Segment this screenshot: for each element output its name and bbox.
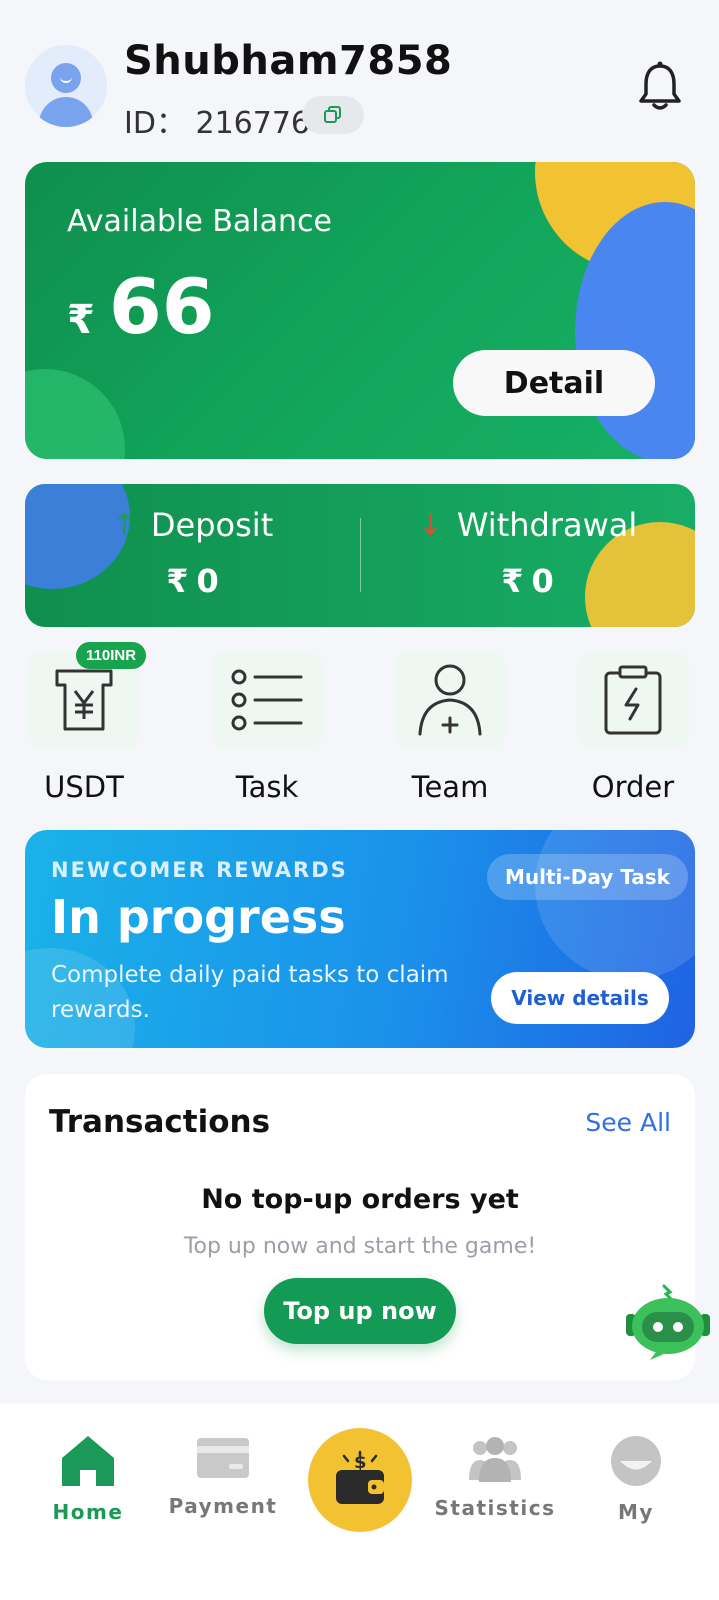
quick-action-label: Order <box>591 770 675 804</box>
newcomer-status: In progress <box>51 890 346 944</box>
support-bot-button[interactable] <box>620 1282 716 1362</box>
quick-action-label: USDT <box>44 770 124 804</box>
nav-my[interactable]: My <box>596 1434 676 1524</box>
nav-label: Payment <box>168 1494 278 1518</box>
quick-action-order[interactable]: Order <box>577 650 689 804</box>
nav-statistics[interactable]: Statistics <box>430 1434 560 1520</box>
empty-state-hint: Top up now and start the game! <box>183 1234 537 1259</box>
nav-label: My <box>618 1500 654 1524</box>
wallet-icon: $ <box>336 1450 384 1504</box>
home-icon <box>62 1436 114 1486</box>
bell-icon <box>639 61 681 110</box>
nav-label: Home <box>52 1500 124 1524</box>
newcomer-kicker: NEWCOMER REWARDS <box>51 858 348 882</box>
nav-payment[interactable]: Payment <box>168 1434 278 1518</box>
deposit-label: Deposit <box>150 506 274 544</box>
top-up-button[interactable]: Top up now <box>264 1278 456 1344</box>
wallet-center-button[interactable]: $ <box>308 1428 412 1532</box>
empty-state-title: No top-up orders yet <box>201 1184 519 1215</box>
view-details-button[interactable]: View details <box>491 972 669 1024</box>
deposit-amount: 0 <box>196 562 219 600</box>
deposit-withdrawal-card: ↑ Deposit ₹ 0 ↓ Withdrawal ₹ 0 <box>25 484 695 627</box>
arrow-down-icon: ↓ <box>417 507 443 543</box>
quick-action-team[interactable]: Team <box>394 650 506 804</box>
decor-circle <box>25 369 125 459</box>
decor-circle <box>535 830 695 980</box>
avatar[interactable] <box>25 45 107 127</box>
withdrawal-currency: ₹ <box>501 562 524 600</box>
task-list-icon <box>231 669 303 731</box>
balance-value: 66 <box>108 262 215 351</box>
detail-button[interactable]: Detail <box>453 350 655 416</box>
balance-card: Available Balance ₹ 66 Detail <box>25 162 695 459</box>
withdrawal-label: Withdrawal <box>456 506 638 544</box>
quick-action-label: Team <box>411 770 489 804</box>
balance-label: Available Balance <box>67 204 332 239</box>
withdrawal-section[interactable]: ↓ Withdrawal ₹ 0 <box>360 506 695 600</box>
profile-icon <box>611 1436 661 1486</box>
balance-amount: ₹ 66 <box>67 262 215 351</box>
usdt-receipt-icon <box>55 669 113 731</box>
transactions-card: Transactions See All No top-up orders ye… <box>25 1074 695 1380</box>
quick-action-label: Task <box>235 770 299 804</box>
deposit-section[interactable]: ↑ Deposit ₹ 0 <box>25 506 360 600</box>
card-icon <box>197 1438 249 1478</box>
order-clipboard-icon <box>604 665 662 735</box>
bottom-nav: Home Payment $ Statistics My <box>0 1404 719 1600</box>
usdt-badge: 110INR <box>76 642 147 669</box>
nav-home[interactable]: Home <box>48 1434 128 1524</box>
avatar-body <box>39 97 93 127</box>
username: Shubham7858 <box>124 38 453 84</box>
transactions-title: Transactions <box>49 1104 271 1140</box>
multi-day-task-chip: Multi-Day Task <box>487 854 688 900</box>
newcomer-rewards-card[interactable]: NEWCOMER REWARDS In progress Complete da… <box>25 830 695 1048</box>
notification-button[interactable] <box>636 60 684 114</box>
currency-symbol: ₹ <box>67 297 95 343</box>
see-all-link[interactable]: See All <box>585 1108 671 1137</box>
nav-label: Statistics <box>434 1496 556 1520</box>
deposit-currency: ₹ <box>166 562 189 600</box>
copy-icon <box>324 106 341 123</box>
quick-action-task[interactable]: Task <box>211 650 323 804</box>
quick-action-usdt[interactable]: 110INR USDT <box>28 642 147 804</box>
robot-icon <box>626 1284 710 1360</box>
users-icon <box>469 1437 521 1482</box>
team-add-icon <box>418 664 482 736</box>
arrow-up-icon: ↑ <box>111 507 137 543</box>
user-id: ID： 216776 <box>124 106 311 141</box>
copy-id-button[interactable] <box>302 96 364 134</box>
withdrawal-amount: 0 <box>531 562 554 600</box>
newcomer-description: Complete daily paid tasks to claim rewar… <box>51 962 449 1023</box>
